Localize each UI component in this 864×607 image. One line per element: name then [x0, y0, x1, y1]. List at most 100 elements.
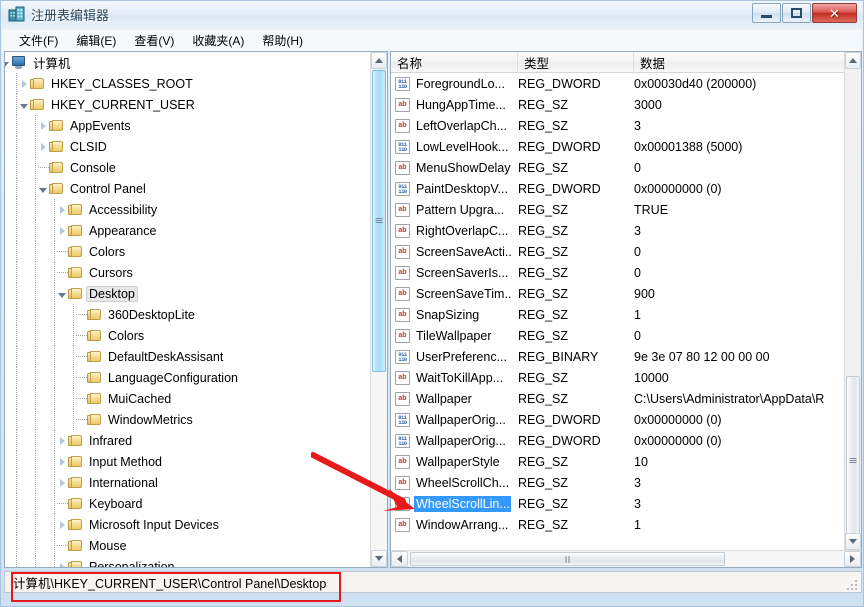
tree-node-colors[interactable]: Colors [5, 325, 372, 346]
registry-value-row[interactable]: ab Wallpaper REG_SZ C:\Users\Administrator\… [391, 388, 844, 409]
registry-value-row[interactable]: ab Pattern Upgra... REG_SZ TRUE [391, 199, 844, 220]
list-scrollbar-thumb[interactable] [846, 376, 860, 546]
tree-node-defaultdeskassisant[interactable]: DefaultDeskAssisant [5, 346, 372, 367]
resize-grip-icon[interactable] [845, 578, 857, 590]
registry-tree: 计算机 HKEY_CLASSES_ROOT HKEY_CURRENT_USER App… [5, 52, 372, 567]
tree-node-360desktoplite[interactable]: 360DesktopLite [5, 304, 372, 325]
menu-favorites[interactable]: 收藏夹(A) [183, 30, 253, 51]
registry-value-row[interactable]: ab LeftOverlapCh... REG_SZ 3 [391, 115, 844, 136]
chevron-right-glyph [59, 226, 65, 235]
tree-scrollbar-thumb[interactable] [372, 70, 386, 372]
tree-node-microsoft-input-devices[interactable]: Microsoft Input Devices [5, 514, 372, 535]
tree-leaf-connector [56, 535, 68, 556]
minimize-button[interactable] [752, 3, 781, 23]
folder-icon [87, 413, 101, 426]
tree-node-hkey-classes-root[interactable]: HKEY_CLASSES_ROOT [5, 73, 372, 94]
list-scroll-down-button[interactable] [845, 533, 861, 550]
tree-node-infrared[interactable]: Infrared [5, 430, 372, 451]
chevron-right-icon[interactable] [37, 115, 49, 136]
tree-node-control-panel[interactable]: Control Panel [5, 178, 372, 199]
registry-value-row[interactable]: 011 110 ForegroundLo... REG_DWORD 0x00030d40… [391, 73, 844, 94]
registry-value-row[interactable]: ab WindowArrang... REG_SZ 1 [391, 514, 844, 535]
registry-value-row[interactable]: ab SnapSizing REG_SZ 1 [391, 304, 844, 325]
chevron-down-glyph [39, 187, 47, 193]
chevron-right-icon[interactable] [18, 73, 30, 94]
tree-node-accessibility[interactable]: Accessibility [5, 199, 372, 220]
tree-node-appearance[interactable]: Appearance [5, 220, 372, 241]
chevron-right-icon[interactable] [56, 451, 68, 472]
tree-node-mouse[interactable]: Mouse [5, 535, 372, 556]
tree-node-international[interactable]: International [5, 472, 372, 493]
list-horizontal-scrollbar[interactable] [391, 550, 861, 567]
tree-scroll-up-button[interactable] [371, 52, 387, 69]
tree-node-label: DefaultDeskAssisant [108, 349, 224, 364]
registry-value-row[interactable]: ab WheelScrollCh... REG_SZ 3 [391, 472, 844, 493]
tree-guide-line [35, 409, 37, 430]
menu-view[interactable]: 查看(V) [125, 30, 183, 51]
chevron-right-icon[interactable] [56, 220, 68, 241]
registry-value-row[interactable]: ab RightOverlapC... REG_SZ 3 [391, 220, 844, 241]
list-hscrollbar-thumb[interactable] [410, 552, 725, 566]
value-name-label: ScreenSaverIs... [416, 265, 509, 280]
column-header-type[interactable]: 类型 [518, 52, 634, 72]
tree-node-colors[interactable]: Colors [5, 241, 372, 262]
tree-node-languageconfiguration[interactable]: LanguageConfiguration [5, 367, 372, 388]
tree-guide-line [35, 241, 37, 262]
tree-vertical-scrollbar[interactable] [370, 52, 387, 567]
tree-node-windowmetrics[interactable]: WindowMetrics [5, 409, 372, 430]
chevron-right-icon[interactable] [37, 136, 49, 157]
tree-node-appevents[interactable]: AppEvents [5, 115, 372, 136]
list-vertical-scrollbar[interactable] [844, 52, 861, 567]
registry-value-row[interactable]: 011 110 PaintDesktopV... REG_DWORD 0x0000000… [391, 178, 844, 199]
tree-node-console[interactable]: Console [5, 157, 372, 178]
registry-value-row[interactable]: ab WallpaperStyle REG_SZ 10 [391, 451, 844, 472]
column-header-name[interactable]: 名称 [391, 52, 518, 72]
tree-node-cursors[interactable]: Cursors [5, 262, 372, 283]
column-header-data[interactable]: 数据 [634, 52, 861, 72]
registry-value-row[interactable]: ab MenuShowDelay REG_SZ 0 [391, 157, 844, 178]
maximize-button[interactable] [782, 3, 811, 23]
close-button[interactable]: ✕ [812, 3, 857, 23]
menu-edit[interactable]: 编辑(E) [67, 30, 125, 51]
tree-node-muicached[interactable]: MuiCached [5, 388, 372, 409]
string-icon: ab [395, 328, 410, 343]
tree-node-personalization[interactable]: Personalization [5, 556, 372, 567]
registry-value-row[interactable]: ab ScreenSaveTim... REG_SZ 900 [391, 283, 844, 304]
registry-value-row[interactable]: 011 110 LowLevelHook... REG_DWORD 0x00001388… [391, 136, 844, 157]
tree-node-hkey-current-user[interactable]: HKEY_CURRENT_USER [5, 94, 372, 115]
tree-scroll-down-button[interactable] [371, 550, 387, 567]
registry-value-row[interactable]: ab TileWallpaper REG_SZ 0 [391, 325, 844, 346]
list-scroll-right-button[interactable] [844, 551, 861, 567]
tree-node-clsid[interactable]: CLSID [5, 136, 372, 157]
tree-node-label: International [89, 475, 158, 490]
registry-value-row[interactable]: 011 110 WallpaperOrig... REG_DWORD 0x0000000… [391, 430, 844, 451]
chevron-right-icon[interactable] [56, 556, 68, 567]
list-scroll-left-button[interactable] [391, 551, 408, 567]
registry-value-row[interactable]: ab WaitToKillApp... REG_SZ 10000 [391, 367, 844, 388]
value-name-label: Pattern Upgra... [416, 202, 505, 217]
menu-file[interactable]: 文件(F) [10, 30, 67, 51]
registry-value-row[interactable]: 011 110 UserPreferenc... REG_BINARY 9e 3e 07… [391, 346, 844, 367]
tree-node-[interactable]: 计算机 [5, 52, 372, 73]
value-name-cell: ab WheelScrollLin... [395, 495, 511, 512]
tree-node-desktop[interactable]: Desktop [5, 283, 372, 304]
chevron-right-icon[interactable] [56, 472, 68, 493]
registry-value-row[interactable]: 011 110 WallpaperOrig... REG_DWORD 0x0000000… [391, 409, 844, 430]
tree-node-input-method[interactable]: Input Method [5, 451, 372, 472]
registry-value-row[interactable]: ab ScreenSaveActi... REG_SZ 0 [391, 241, 844, 262]
chevron-right-icon[interactable] [56, 514, 68, 535]
value-name-label: WaitToKillApp... [416, 370, 504, 385]
chevron-right-icon[interactable] [56, 199, 68, 220]
chevron-right-icon[interactable] [56, 430, 68, 451]
menu-help[interactable]: 帮助(H) [253, 30, 312, 51]
chevron-down-icon[interactable] [18, 94, 30, 115]
registry-editor-window: 注册表编辑器 ✕ 文件(F) 编辑(E) 查看(V) 收藏夹(A) 帮助(H) 计算机 H… [0, 0, 864, 607]
list-scroll-up-button[interactable] [845, 52, 861, 69]
value-name-cell: 011 110 PaintDesktopV... [395, 181, 510, 197]
registry-value-row[interactable]: ab WheelScrollLin... REG_SZ 3 [391, 493, 844, 514]
registry-value-row[interactable]: ab ScreenSaverIs... REG_SZ 0 [391, 262, 844, 283]
tree-node-keyboard[interactable]: Keyboard [5, 493, 372, 514]
chevron-down-icon[interactable] [56, 283, 68, 304]
chevron-down-icon[interactable] [37, 178, 49, 199]
registry-value-row[interactable]: ab HungAppTime... REG_SZ 3000 [391, 94, 844, 115]
